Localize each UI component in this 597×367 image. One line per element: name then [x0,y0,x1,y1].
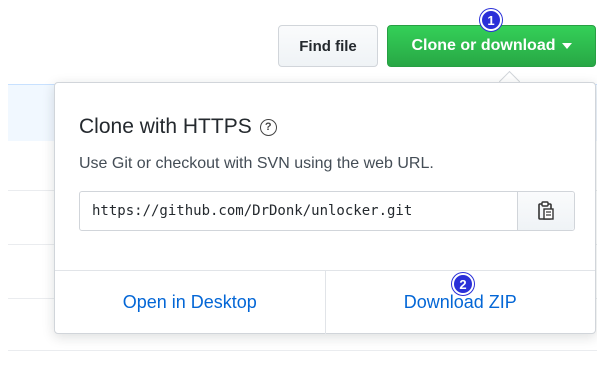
popover-title-text: Clone with HTTPS [79,115,252,138]
help-icon[interactable]: ? [259,118,277,136]
clone-url-group [79,191,575,231]
clone-url-input[interactable] [80,192,517,230]
open-in-desktop-link[interactable]: Open in Desktop [55,271,325,334]
step-badge-1: 1 [480,9,502,31]
clipboard-icon [538,201,554,220]
file-row-divider [8,350,597,351]
find-file-button[interactable]: Find file [278,25,378,67]
popover-description: Use Git or checkout with SVN using the w… [79,155,434,172]
clone-popover: Clone with HTTPS ? Use Git or checkout w… [54,82,596,334]
step-badge-2: 2 [452,273,474,295]
clone-or-download-button[interactable]: Clone or download [387,25,596,67]
copy-url-button[interactable] [517,192,574,230]
clone-button-label: Clone or download [411,37,556,54]
caret-down-icon [561,43,572,49]
popover-footer: Open in Desktop Download ZIP [55,270,595,334]
popover-title: Clone with HTTPS ? [79,115,277,139]
